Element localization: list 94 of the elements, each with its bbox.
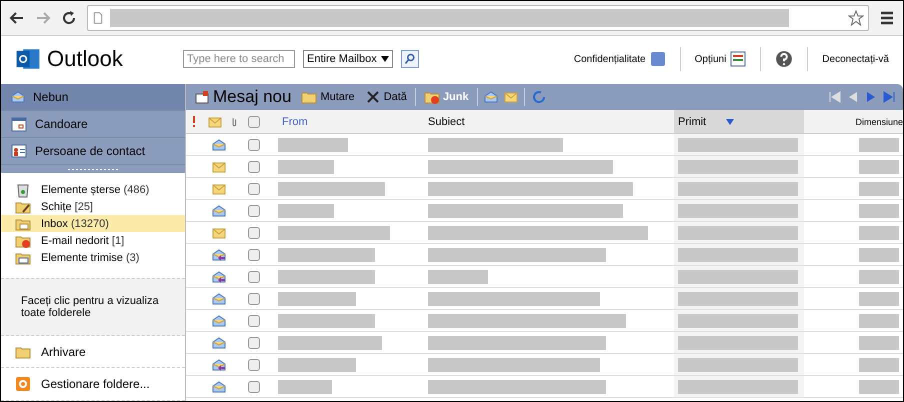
grip-icon	[68, 168, 118, 170]
scope-dropdown[interactable]: Entire Mailbox	[303, 50, 393, 68]
address-bar[interactable]	[87, 5, 869, 31]
signout-link[interactable]: Deconectați-vă	[822, 54, 889, 64]
row-checkbox[interactable]	[248, 204, 260, 216]
folder-manage-icon	[15, 376, 31, 392]
contact-card-icon	[11, 143, 27, 159]
new-message-button[interactable]: Mesaj nou	[192, 87, 294, 107]
redacted-text	[859, 336, 899, 350]
envelope-icon	[212, 226, 226, 238]
envelope-icon	[212, 160, 226, 172]
column-header[interactable]: Primit	[674, 110, 804, 134]
column-header[interactable]: From	[274, 110, 424, 134]
search-button[interactable]	[400, 50, 419, 68]
row-checkbox[interactable]	[248, 336, 260, 348]
redacted-text	[859, 270, 899, 284]
redacted-text	[859, 248, 899, 262]
open-envelope-icon	[212, 336, 226, 348]
folder-item[interactable]: Inbox (13270)	[1, 215, 185, 232]
redacted-text	[859, 204, 899, 218]
move-button[interactable]: Mutare	[299, 89, 357, 105]
nav-label: Candoare	[35, 117, 88, 131]
redacted-text	[278, 160, 334, 174]
folder-item[interactable]: Schițe [25]	[1, 198, 185, 215]
open-envelope-icon	[212, 380, 226, 392]
row-checkbox[interactable]	[248, 270, 260, 282]
help-icon	[775, 50, 794, 68]
refresh-icon	[530, 89, 547, 105]
nav-item[interactable]: Nebun	[1, 84, 185, 111]
row-checkbox[interactable]	[248, 314, 260, 326]
back-icon	[9, 10, 25, 26]
redacted-text	[428, 270, 488, 284]
mark-unread-icon	[504, 91, 518, 103]
redacted-text	[859, 358, 899, 372]
reload-icon	[61, 10, 77, 26]
trash-icon	[15, 182, 31, 198]
page-icon	[92, 11, 104, 25]
folder-item[interactable]: Elemente trimise (3)	[1, 249, 185, 266]
star-icon	[848, 10, 864, 26]
new-message-icon	[194, 89, 210, 105]
folder-item[interactable]: E-mail nedorit [1]	[1, 232, 185, 249]
redacted-text	[859, 380, 899, 394]
envelope-icon	[11, 91, 25, 103]
row-checkbox[interactable]	[248, 358, 260, 370]
redacted-text	[859, 226, 899, 240]
envelope-icon	[212, 182, 226, 194]
redacted-text	[859, 138, 899, 152]
row-checkbox[interactable]	[248, 226, 260, 238]
redacted-text	[859, 314, 899, 328]
redacted-text	[859, 182, 899, 196]
column-header[interactable]: Subiect	[424, 110, 674, 134]
row-checkbox[interactable]	[248, 182, 260, 194]
redacted-text	[278, 138, 348, 152]
folder-item[interactable]: Elemente șterse (486)	[1, 181, 185, 198]
delete-button[interactable]: Dată	[362, 89, 409, 105]
redacted-text	[278, 204, 334, 218]
redacted-text	[278, 380, 332, 394]
calendar-icon	[11, 116, 27, 132]
close-icon	[364, 89, 381, 105]
open-envelope-icon	[212, 204, 226, 216]
redacted-text	[859, 292, 899, 306]
replied-envelope-icon	[212, 248, 226, 260]
privacy-link[interactable]: Confidențialitate	[574, 51, 666, 67]
row-checkbox[interactable]	[248, 160, 260, 172]
app-name: Outlook	[47, 46, 123, 72]
search-field[interactable]: Type here to search	[183, 50, 295, 68]
last-page-icon	[881, 89, 897, 105]
folder-item[interactable]: Gestionare foldere...	[1, 368, 185, 401]
row-checkbox[interactable]	[248, 248, 260, 260]
forward-icon	[35, 10, 51, 26]
mark-read-icon	[484, 91, 498, 103]
replied-envelope-icon	[212, 270, 226, 282]
row-checkbox[interactable]	[248, 380, 260, 392]
open-envelope-icon	[212, 314, 226, 326]
open-envelope-icon	[212, 292, 226, 304]
importance-icon	[192, 116, 196, 127]
search-icon	[404, 53, 416, 65]
column-header[interactable]: Dimensiune	[804, 110, 903, 134]
options-link[interactable]: Opțiuni	[694, 51, 746, 67]
nav-label: Persoane de contact	[35, 144, 146, 158]
menu-icon	[879, 10, 895, 26]
row-checkbox[interactable]	[248, 138, 260, 150]
list-icon	[730, 51, 746, 67]
dropdown-caret-icon	[380, 56, 389, 62]
select-all-checkbox[interactable]	[248, 116, 260, 128]
open-envelope-icon	[212, 138, 226, 150]
sort-caret-icon	[726, 118, 734, 124]
first-page-icon	[827, 89, 843, 105]
row-checkbox[interactable]	[248, 292, 260, 304]
redacted-text	[859, 160, 899, 174]
envelope-icon	[208, 116, 222, 128]
folder-item[interactable]: Arhivare	[1, 336, 185, 368]
replied-envelope-icon	[212, 358, 226, 370]
nav-label: Nebun	[33, 90, 68, 104]
